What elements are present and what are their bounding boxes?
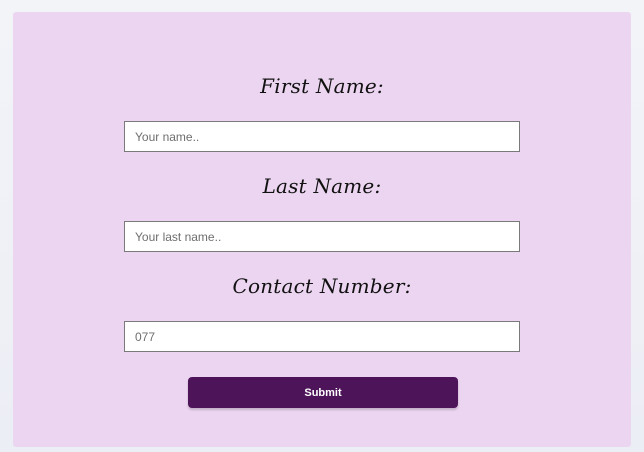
first-name-input[interactable] [124,121,520,152]
last-name-input[interactable] [124,221,520,252]
contact-number-label: Contact Number: [232,274,412,298]
contact-number-input[interactable] [124,321,520,352]
contact-form: First Name: Last Name: Contact Number: S… [13,12,631,447]
first-name-label: First Name: [260,74,384,98]
submit-button[interactable]: Submit [188,377,458,408]
last-name-label: Last Name: [262,174,382,198]
